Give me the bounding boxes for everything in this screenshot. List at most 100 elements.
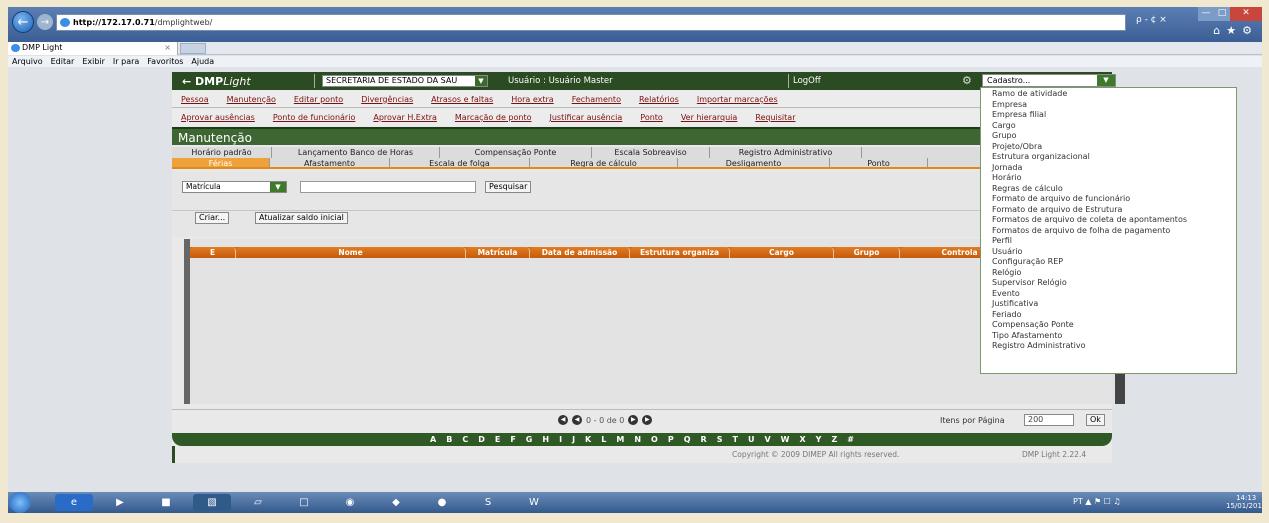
tab-2[interactable]: Compensação Ponte bbox=[440, 147, 592, 158]
new-tab-button[interactable] bbox=[180, 43, 206, 54]
logoff-link[interactable]: LogOff bbox=[793, 76, 821, 86]
menu-link[interactable]: Ponto de funcionário bbox=[273, 113, 355, 122]
menu-link[interactable]: Divergências bbox=[361, 95, 413, 104]
cadastro-option[interactable]: Supervisor Relógio bbox=[981, 278, 1236, 289]
alphabet-letter[interactable]: V bbox=[764, 435, 770, 444]
ie-taskbar-icon[interactable]: e bbox=[55, 494, 93, 511]
menu-link[interactable]: Relatórios bbox=[639, 95, 679, 104]
menu-link[interactable]: Aprovar H.Extra bbox=[373, 113, 437, 122]
alphabet-letter[interactable]: W bbox=[781, 435, 790, 444]
grid-column-header[interactable]: Grupo bbox=[834, 247, 900, 258]
cadastro-option[interactable]: Grupo bbox=[981, 131, 1236, 142]
media-taskbar-icon[interactable]: ▶ bbox=[101, 494, 139, 511]
tab-close-icon[interactable]: × bbox=[164, 42, 171, 54]
alphabet-letter[interactable]: L bbox=[601, 435, 606, 444]
cadastro-option[interactable]: Formatos de arquivo de coleta de apontam… bbox=[981, 215, 1236, 226]
cadastro-option[interactable]: Empresa bbox=[981, 100, 1236, 111]
home-favorites-tools-icons[interactable]: ⌂★⚙ bbox=[1213, 24, 1258, 37]
alphabet-letter[interactable]: F bbox=[510, 435, 515, 444]
menu-exibir[interactable]: Exibir bbox=[78, 56, 109, 67]
gear-icon[interactable]: ⚙ bbox=[962, 74, 972, 87]
menu-link[interactable]: Fechamento bbox=[572, 95, 621, 104]
cadastro-option[interactable]: Compensação Ponte bbox=[981, 320, 1236, 331]
skype-taskbar-icon[interactable]: S bbox=[469, 494, 507, 511]
menu-link[interactable]: Editar ponto bbox=[294, 95, 343, 104]
cadastro-option[interactable]: Regras de cálculo bbox=[981, 184, 1236, 195]
tab-2[interactable]: Escala de folga bbox=[390, 158, 530, 167]
menu-link[interactable]: Ver hierarquia bbox=[681, 113, 737, 122]
cadastro-select[interactable]: Cadastro... ▼ bbox=[982, 74, 1116, 87]
alphabet-letter[interactable]: J bbox=[572, 435, 575, 444]
menu-ir-para[interactable]: Ir para bbox=[109, 56, 143, 67]
cadastro-option[interactable]: Formatos de arquivo de folha de pagament… bbox=[981, 226, 1236, 237]
cadastro-option[interactable]: Justificativa bbox=[981, 299, 1236, 310]
menu-arquivo[interactable]: Arquivo bbox=[8, 56, 47, 67]
menu-favoritos[interactable]: Favoritos bbox=[143, 56, 187, 67]
grid-column-header[interactable]: Estrutura organiza bbox=[630, 247, 730, 258]
tab-4[interactable]: Desligamento bbox=[678, 158, 830, 167]
menu-link[interactable]: Ponto bbox=[640, 113, 663, 122]
menu-link[interactable]: Justificar ausência bbox=[549, 113, 622, 122]
cadastro-option[interactable]: Cargo bbox=[981, 121, 1236, 132]
cadastro-option[interactable]: Tipo Afastamento bbox=[981, 331, 1236, 342]
alphabet-letter[interactable]: A bbox=[430, 435, 436, 444]
back-button[interactable]: ← bbox=[12, 11, 34, 33]
alphabet-letter[interactable]: P bbox=[668, 435, 674, 444]
cadastro-option[interactable]: Formato de arquivo de Estrutura bbox=[981, 205, 1236, 216]
paint-taskbar-icon[interactable]: ▱ bbox=[239, 494, 277, 511]
tab-0[interactable]: Férias bbox=[172, 158, 270, 167]
cadastro-option[interactable]: Configuração REP bbox=[981, 257, 1236, 268]
firefox-taskbar-icon[interactable]: ● bbox=[423, 494, 461, 511]
tab-1[interactable]: Lançamento Banco de Horas bbox=[272, 147, 440, 158]
initial-balance-button[interactable]: Atualizar saldo inicial bbox=[255, 212, 348, 224]
chevron-down-icon[interactable]: ▼ bbox=[475, 76, 487, 86]
cadastro-option[interactable]: Relógio bbox=[981, 268, 1236, 279]
tray-language[interactable]: PT bbox=[1073, 497, 1083, 506]
forward-button[interactable]: → bbox=[37, 14, 53, 30]
search-input[interactable] bbox=[300, 181, 476, 193]
alphabet-letter[interactable]: Z bbox=[831, 435, 837, 444]
cadastro-option[interactable]: Horário bbox=[981, 173, 1236, 184]
menu-editar[interactable]: Editar bbox=[47, 56, 79, 67]
grid-column-header[interactable]: Cargo bbox=[730, 247, 834, 258]
calculator-taskbar-icon[interactable]: ▧ bbox=[193, 494, 231, 511]
cadastro-option[interactable]: Usuário bbox=[981, 247, 1236, 258]
alphabet-letter[interactable]: S bbox=[717, 435, 723, 444]
cadastro-option[interactable]: Jornada bbox=[981, 163, 1236, 174]
grid-column-header[interactable]: Matrícula bbox=[466, 247, 530, 258]
first-page-icon[interactable]: ◀ bbox=[558, 415, 568, 425]
alphabet-letter[interactable]: N bbox=[634, 435, 641, 444]
cadastro-option[interactable]: Perfil bbox=[981, 236, 1236, 247]
alphabet-letter[interactable]: U bbox=[748, 435, 755, 444]
search-button[interactable]: Pesquisar bbox=[485, 181, 532, 193]
company-select[interactable]: SECRETARIA DE ESTADO DA SAU ▼ bbox=[322, 75, 488, 87]
filter-field-select[interactable]: Matrícula ▼ bbox=[182, 181, 287, 193]
alphabet-letter[interactable]: R bbox=[701, 435, 707, 444]
tab-0[interactable]: Horário padrão bbox=[172, 147, 272, 158]
chevron-down-icon[interactable]: ▼ bbox=[270, 182, 286, 192]
minimize-button[interactable]: — bbox=[1198, 7, 1214, 21]
alphabet-letter[interactable]: M bbox=[616, 435, 624, 444]
grid-column-header[interactable]: E bbox=[190, 247, 236, 258]
cadastro-option[interactable]: Feriado bbox=[981, 310, 1236, 321]
cadastro-option[interactable]: Evento bbox=[981, 289, 1236, 300]
chevron-down-icon[interactable]: ▼ bbox=[1097, 75, 1115, 86]
alphabet-letter[interactable]: T bbox=[732, 435, 737, 444]
menu-link[interactable]: Hora extra bbox=[511, 95, 554, 104]
cadastro-option[interactable]: Formato de arquivo de funcionário bbox=[981, 194, 1236, 205]
menu-link[interactable]: Requisitar bbox=[755, 113, 795, 122]
grid-column-header[interactable]: Data de admissão bbox=[530, 247, 630, 258]
menu-link[interactable]: Manutenção bbox=[227, 95, 276, 104]
alphabet-letter[interactable]: G bbox=[526, 435, 533, 444]
clock[interactable]: 14:1315/01/2015 bbox=[1226, 494, 1262, 510]
chrome-taskbar-icon[interactable]: ◉ bbox=[331, 494, 369, 511]
shield-taskbar-icon[interactable]: ◆ bbox=[377, 494, 415, 511]
tab-3[interactable]: Regra de cálculo bbox=[530, 158, 678, 167]
alphabet-letter[interactable]: X bbox=[799, 435, 805, 444]
prev-page-icon[interactable]: ◀ bbox=[572, 415, 582, 425]
last-page-icon[interactable]: ▶ bbox=[642, 415, 653, 425]
start-button[interactable] bbox=[9, 492, 31, 513]
menu-link[interactable]: Pessoa bbox=[181, 95, 209, 104]
menu-link[interactable]: Aprovar ausências bbox=[181, 113, 255, 122]
create-button[interactable]: Criar... bbox=[195, 212, 230, 224]
